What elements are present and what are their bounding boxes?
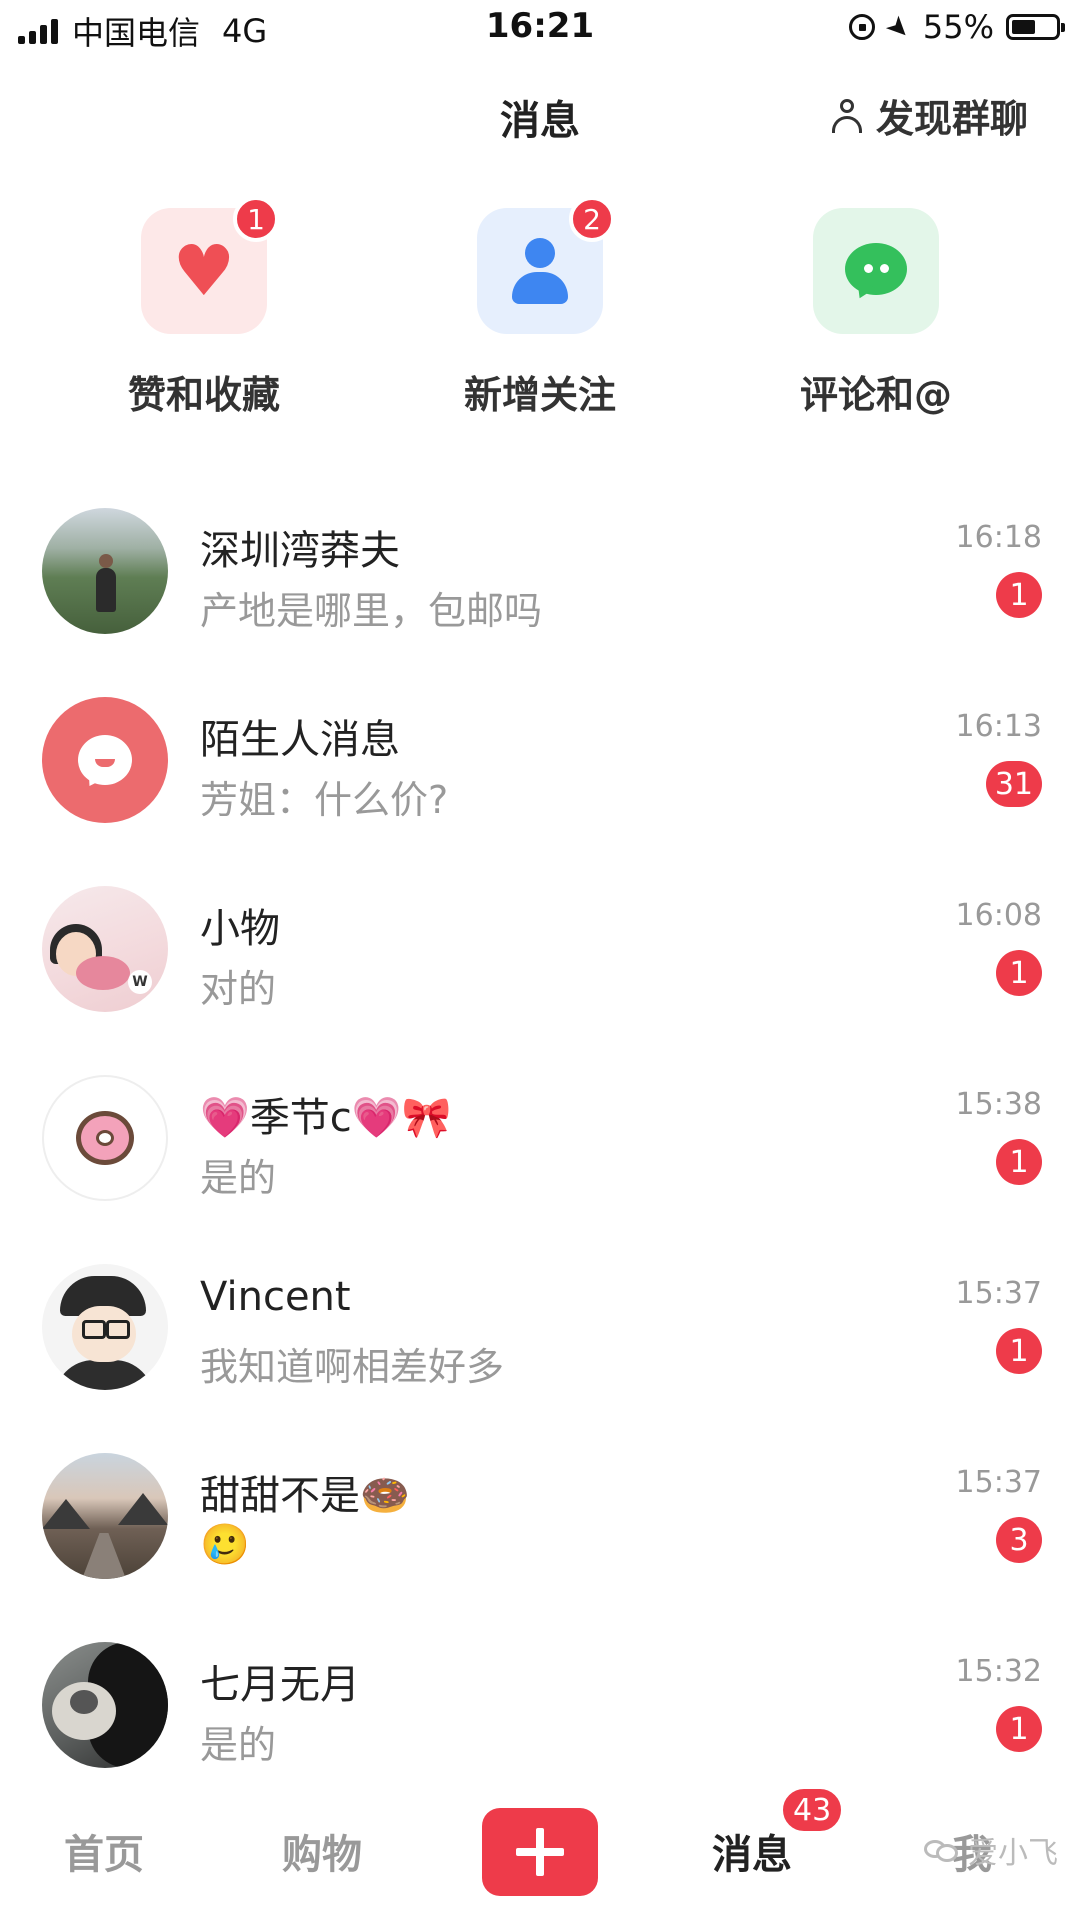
discover-groups-button[interactable]: 发现群聊 [831, 88, 1028, 143]
conversation-name-text: 季节c [249, 1095, 352, 1141]
shortcut-icon-tile: 2 [477, 196, 615, 334]
heart-bow-emoji: 💗🎀 [351, 1095, 452, 1141]
donut-icon [76, 1111, 134, 1165]
header: 消息 发现群聊 [0, 60, 1080, 170]
unread-badge: 3 [996, 1517, 1042, 1563]
conversation-preview: 是的 [200, 1723, 277, 1767]
shortcut-new-followers[interactable]: 2 新增关注 [410, 196, 670, 419]
conversation-name: 💗季节c💗🎀 [200, 1085, 451, 1143]
conversation-preview: 芳姐：什么价? [200, 778, 449, 822]
avatar [42, 1075, 168, 1201]
wechat-icon [924, 1836, 960, 1864]
conversation-preview: 对的 [200, 967, 277, 1011]
avatar [42, 1264, 168, 1390]
stranger-messages-icon [42, 697, 168, 823]
battery-icon [1006, 14, 1065, 40]
conversation-time: 15:32 [955, 1654, 1042, 1689]
unread-badge: 1 [996, 1139, 1042, 1185]
shortcut-label: 新增关注 [463, 373, 616, 417]
shortcut-badge: 2 [569, 196, 615, 242]
watermark: 爱小飞 [924, 1828, 1058, 1872]
conversation-name-text: 甜甜不是 [200, 1473, 360, 1519]
shortcut-badge: 1 [233, 196, 279, 242]
conversation-preview: 是的 [200, 1156, 277, 1200]
conversation-preview: 🥲 [200, 1522, 250, 1568]
shortcut-comments-mentions[interactable]: 评论和@ [746, 208, 1006, 419]
status-right: ➤ 55% [849, 7, 1065, 47]
tab-home[interactable]: 首页 [64, 1822, 144, 1880]
avatar [42, 1642, 168, 1768]
conversation-time: 15:38 [955, 1087, 1042, 1122]
conversation-preview: 我知道啊相差好多 [200, 1345, 505, 1389]
person-outline-icon [831, 98, 862, 133]
status-bar: 中国电信 4G 16:21 ➤ 55% [0, 0, 1080, 56]
avatar: W [42, 886, 168, 1012]
conversation-time: 16:13 [955, 709, 1042, 744]
unread-badge: 1 [996, 1328, 1042, 1374]
unread-badge: 1 [996, 572, 1042, 618]
conversation-time: 16:08 [955, 898, 1042, 933]
conversation-name: 七月无月 [200, 1662, 360, 1708]
conversation-name: 陌生人消息 [200, 717, 400, 763]
shortcut-label: 赞和收藏 [127, 373, 280, 417]
unread-badge: 1 [996, 1706, 1042, 1752]
bottom-nav: 首页 购物 消息 43 我 爱小飞 [0, 1786, 1080, 1920]
conversation-name: 深圳湾莽夫 [200, 528, 400, 574]
conversation-item[interactable]: 💗季节c💗🎀 是的 15:38 1 [0, 1063, 1080, 1251]
orientation-lock-icon [849, 14, 876, 40]
donut-emoji: 🍩 [360, 1473, 410, 1519]
battery-percent: 55% [922, 8, 994, 46]
conversation-time: 16:18 [955, 520, 1042, 555]
tab-shop[interactable]: 购物 [282, 1822, 362, 1880]
chat-bubble-icon [845, 243, 907, 303]
conversation-item[interactable]: 陌生人消息 芳姐：什么价? 16:13 31 [0, 685, 1080, 873]
heart-emoji: 💗 [200, 1095, 250, 1141]
shortcut-icon-tile: ♥ 1 [141, 196, 279, 334]
battery-level [1012, 20, 1035, 34]
avatar [42, 1453, 168, 1579]
location-arrow-icon: ➤ [879, 7, 920, 47]
watermark-text: 爱小飞 [968, 1836, 1058, 1871]
heart-icon: ♥ [172, 230, 236, 312]
avatar [42, 508, 168, 634]
create-post-button[interactable] [482, 1808, 598, 1896]
conversation-preview: 产地是哪里，包邮吗 [200, 589, 543, 633]
conversation-time: 15:37 [955, 1276, 1042, 1311]
shortcut-likes-collects[interactable]: ♥ 1 赞和收藏 [74, 196, 334, 419]
conversation-name: 小物 [200, 906, 280, 952]
unread-badge: 1 [996, 950, 1042, 996]
messages-tab-badge: 43 [780, 1786, 845, 1834]
conversation-name: 甜甜不是🍩 [200, 1463, 410, 1521]
conversation-item[interactable]: W 小物 对的 16:08 1 [0, 874, 1080, 1062]
conversation-item[interactable]: 深圳湾莽夫 产地是哪里，包邮吗 16:18 1 [0, 496, 1080, 684]
conversation-time: 15:37 [955, 1465, 1042, 1500]
person-icon [512, 238, 568, 304]
conversation-name: Vincent [200, 1274, 351, 1320]
conversation-item[interactable]: Vincent 我知道啊相差好多 15:37 1 [0, 1252, 1080, 1440]
discover-groups-label: 发现群聊 [875, 97, 1028, 141]
shortcut-icon-tile [813, 208, 939, 334]
tab-messages[interactable]: 消息 [712, 1822, 792, 1880]
conversation-item[interactable]: 甜甜不是🍩 🥲 15:37 3 [0, 1441, 1080, 1629]
shortcut-label: 评论和@ [799, 373, 952, 417]
unread-badge: 31 [985, 761, 1042, 807]
